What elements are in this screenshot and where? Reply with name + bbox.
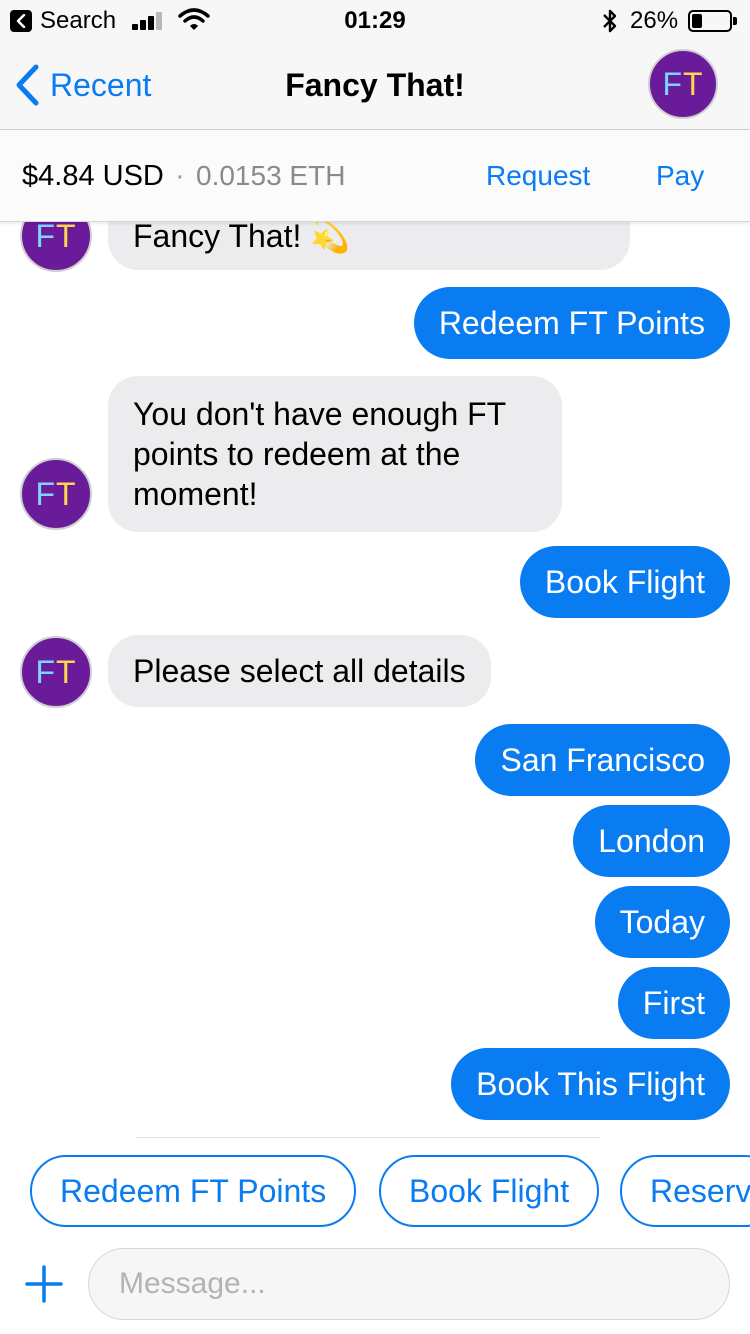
balance-eth: 0.0153 ETH — [196, 160, 346, 191]
sender-avatar: FT — [20, 458, 92, 530]
quick-reply-book-flight[interactable]: Book Flight — [379, 1155, 600, 1227]
balance-separator: · — [175, 160, 185, 192]
battery-icon — [688, 10, 732, 32]
quick-reply-reserve[interactable]: Reserv — [620, 1155, 750, 1227]
avatar-initial: F — [662, 65, 683, 102]
outgoing-message: San Francisco — [475, 724, 730, 796]
nav-bar: Recent Fancy That! FT — [0, 40, 750, 130]
page-title: Fancy That! — [285, 67, 465, 103]
sender-avatar: FT — [20, 222, 92, 272]
avatar-initial: F — [35, 475, 56, 512]
sender-avatar: FT — [20, 636, 92, 708]
battery-percent: 26% — [630, 7, 679, 34]
avatar-initial: F — [35, 653, 56, 690]
outgoing-message: First — [617, 967, 730, 1039]
battery-tip — [733, 17, 737, 25]
bluetooth-icon — [603, 9, 617, 33]
quick-reply-redeem-ft-points[interactable]: Redeem FT Points — [30, 1155, 357, 1227]
avatar-initial: T — [56, 475, 77, 512]
pay-button[interactable]: Pay — [656, 160, 704, 192]
avatar-initial: T — [56, 653, 77, 690]
request-button[interactable]: Request — [486, 160, 590, 192]
incoming-message: You don't have enough FT points to redee… — [108, 376, 562, 532]
quick-replies-bar[interactable]: Redeem FT Points Book Flight Reserv — [0, 1155, 750, 1229]
plus-icon[interactable] — [24, 1264, 64, 1304]
message-input[interactable] — [88, 1248, 730, 1320]
outgoing-message: London — [573, 805, 730, 877]
avatar-initial: T — [683, 65, 704, 102]
avatar-initial: T — [56, 222, 77, 254]
balance-usd: $4.84 USD — [22, 160, 164, 192]
outgoing-message: Book This Flight — [451, 1048, 730, 1120]
avatar-initial: F — [35, 222, 56, 254]
wallet-bar: $4.84 USD · 0.0153 ETH Request Pay — [0, 130, 750, 222]
incoming-message: Fancy That! 💫 — [108, 222, 630, 270]
outgoing-message: Redeem FT Points — [413, 287, 730, 359]
status-bar: Search 01:29 26% — [0, 0, 750, 40]
chat-transcript[interactable]: FT Fancy That! 💫 Redeem FT Points FT You… — [0, 222, 750, 1136]
divider — [136, 1137, 600, 1138]
contact-avatar[interactable]: FT — [648, 49, 718, 119]
incoming-message: Please select all details — [108, 635, 491, 707]
outgoing-message: Book Flight — [519, 546, 730, 618]
outgoing-message: Today — [594, 886, 730, 958]
